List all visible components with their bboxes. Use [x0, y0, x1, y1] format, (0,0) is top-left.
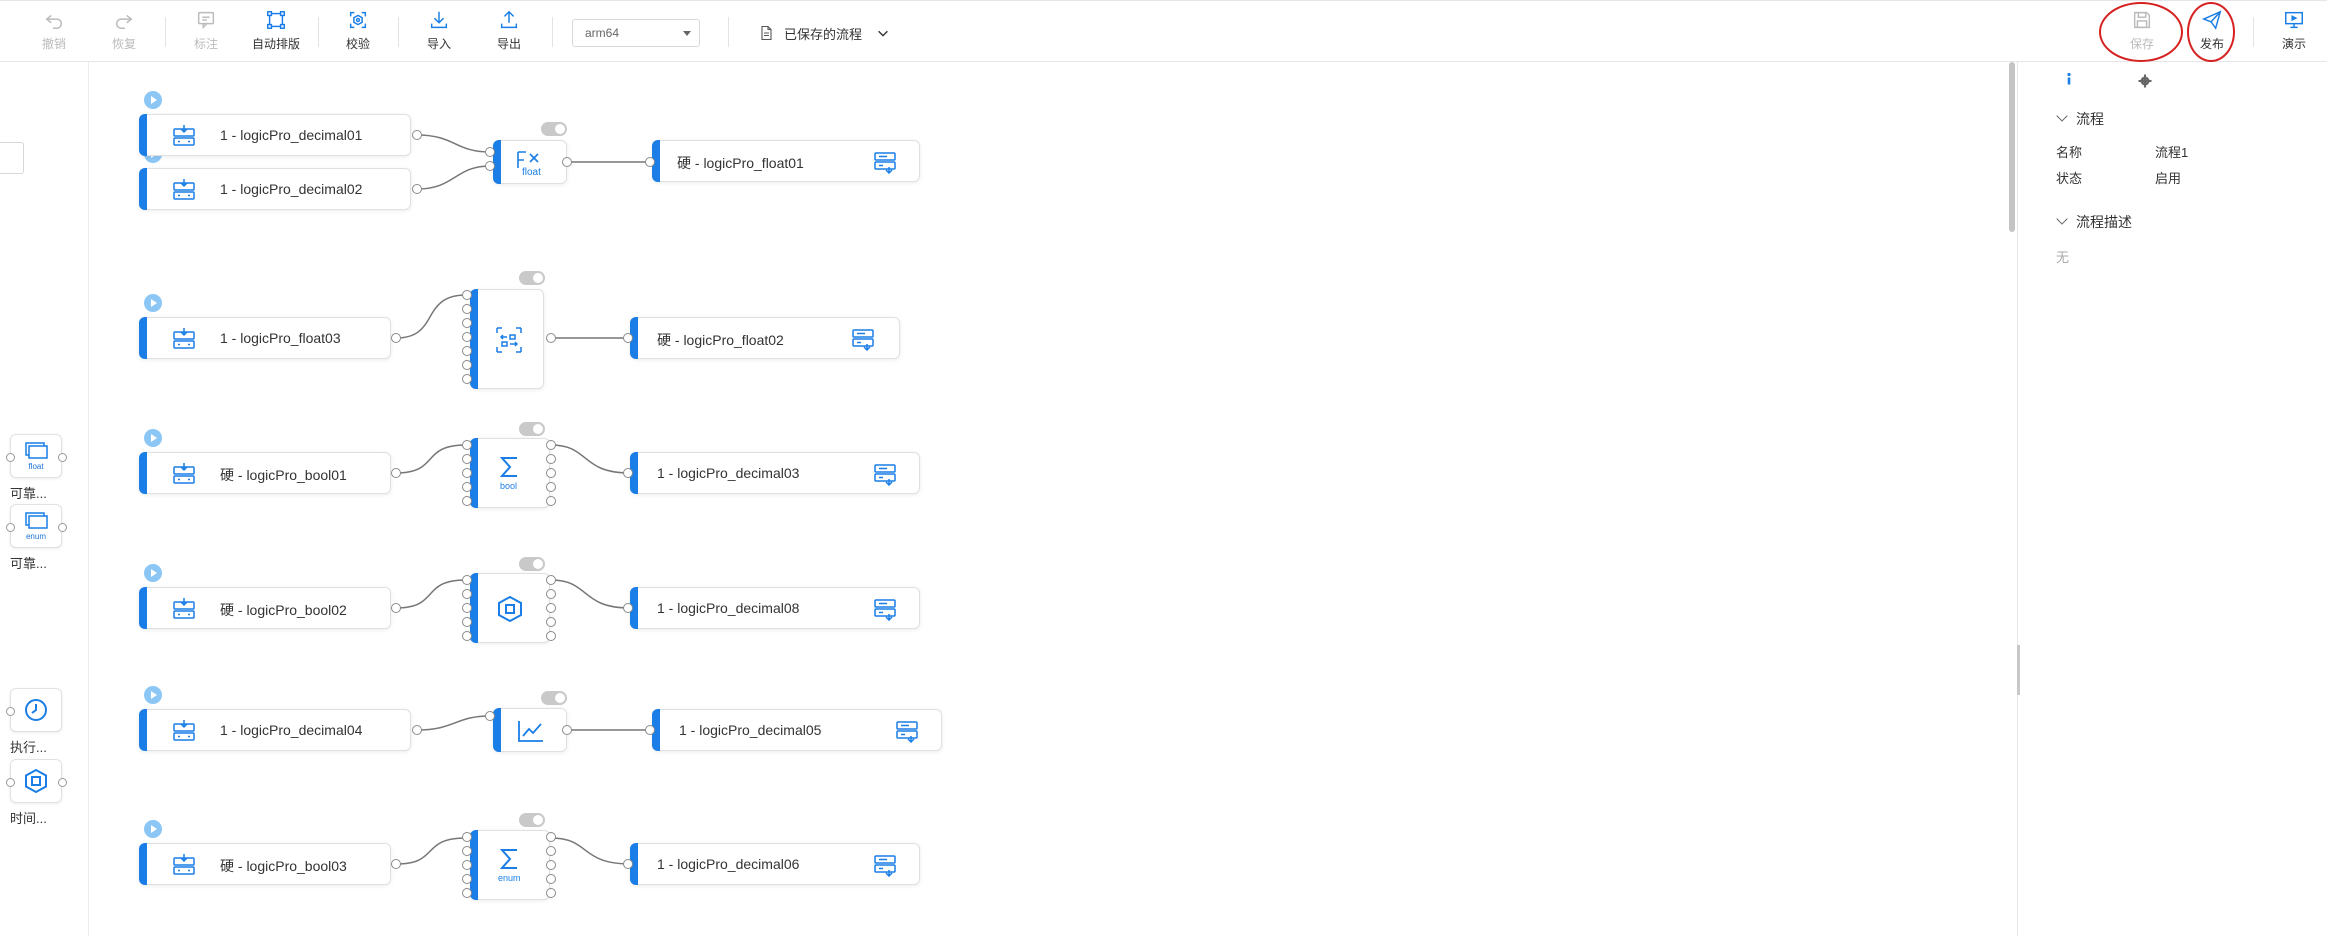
input-node[interactable]: 1 - logicPro_decimal01 [139, 114, 411, 156]
input-node[interactable]: 1 - logicPro_decimal04 [139, 709, 411, 751]
name-label: 名称 [2056, 145, 2083, 160]
run-indicator[interactable] [144, 294, 162, 312]
line-chart-icon [518, 721, 543, 742]
input-node-label: 1 - logicPro_float03 [220, 330, 341, 346]
status-value: 启用 [2155, 171, 2182, 186]
mapping-icon [496, 327, 522, 353]
sum-icon [499, 457, 517, 477]
function-node-enum[interactable]: enum [470, 830, 550, 900]
input-node-label: 1 - logicPro_decimal02 [220, 181, 363, 197]
input-node-icon [173, 179, 195, 200]
function-node-float[interactable]: float [493, 140, 567, 184]
output-node-label: 硬 - logicPro_float01 [677, 155, 804, 171]
function-badge: float [522, 167, 541, 178]
input-node[interactable]: 硬 - logicPro_bool02 [139, 587, 391, 629]
run-indicator[interactable] [144, 686, 162, 704]
output-node-label: 硬 - logicPro_float02 [657, 332, 784, 348]
status-label: 状态 [2056, 171, 2083, 186]
description-value: 无 [2056, 250, 2070, 265]
function-node-bool[interactable]: bool [470, 438, 550, 508]
function-badge: enum [498, 873, 521, 883]
input-node-label: 硬 - logicPro_bool03 [220, 858, 347, 874]
output-node[interactable]: 1 - logicPro_decimal03 [630, 452, 920, 494]
canvas-scrollbar[interactable] [2009, 62, 2015, 232]
input-node-icon [173, 854, 195, 875]
output-node-label: 1 - logicPro_decimal03 [657, 465, 800, 481]
output-node-label: 1 - logicPro_decimal06 [657, 856, 800, 872]
input-node-label: 硬 - logicPro_bool02 [220, 602, 347, 618]
input-node-label: 1 - logicPro_decimal01 [220, 127, 363, 143]
output-node[interactable]: 硬 - logicPro_float01 [652, 140, 920, 182]
annotation-circle-save [2099, 2, 2183, 62]
output-node[interactable]: 1 - logicPro_decimal06 [630, 843, 920, 885]
demo-label: 演示 [2281, 37, 2306, 51]
output-node[interactable]: 硬 - logicPro_float02 [630, 317, 900, 359]
enable-toggle[interactable] [519, 813, 545, 827]
panel-resize-handle[interactable] [2017, 645, 2020, 695]
gear-icon[interactable] [2138, 74, 2152, 88]
enable-toggle[interactable] [519, 271, 545, 285]
run-indicator[interactable] [144, 91, 162, 109]
run-indicator[interactable] [144, 564, 162, 582]
run-indicator[interactable] [144, 820, 162, 838]
output-node[interactable]: 1 - logicPro_decimal05 [652, 709, 942, 751]
output-node-icon [874, 464, 896, 486]
properties-panel: 流程 名称 流程1 状态 启用 流程描述 无 [2017, 62, 2327, 936]
enable-toggle[interactable] [541, 691, 567, 705]
function-badge: bool [500, 481, 518, 491]
input-node[interactable]: 1 - logicPro_float03 [139, 317, 391, 359]
run-indicator[interactable] [144, 429, 162, 447]
enable-toggle[interactable] [519, 422, 545, 436]
input-node-label: 硬 - logicPro_bool01 [220, 467, 347, 483]
chevron-down-icon[interactable] [2056, 110, 2068, 122]
input-node-icon [173, 463, 195, 484]
output-node-label: 1 - logicPro_decimal08 [657, 600, 800, 616]
section-flow-title[interactable]: 流程 [2076, 109, 2104, 129]
demo-button[interactable]: 演示 [2264, 9, 2324, 57]
annotation-circle-publish [2187, 2, 2235, 62]
input-node-icon [173, 125, 195, 146]
output-node-icon [852, 329, 874, 351]
output-node-icon [874, 855, 896, 877]
section-desc-title[interactable]: 流程描述 [2076, 212, 2132, 232]
input-node-icon [173, 328, 195, 349]
output-node-label: 1 - logicPro_decimal05 [679, 722, 822, 738]
input-node[interactable]: 硬 - logicPro_bool03 [139, 843, 391, 885]
input-node-icon [173, 720, 195, 741]
function-node-hexagon[interactable] [470, 573, 550, 643]
output-node-icon [874, 152, 896, 174]
input-node-icon [173, 598, 195, 619]
name-value: 流程1 [2155, 145, 2189, 160]
sum-icon [499, 849, 517, 869]
input-node-label: 1 - logicPro_decimal04 [220, 722, 363, 738]
hexagon-icon [498, 595, 522, 623]
presentation-icon [2285, 11, 2303, 29]
enable-toggle[interactable] [519, 557, 545, 571]
chevron-down-icon[interactable] [2056, 213, 2068, 225]
input-node[interactable]: 1 - logicPro_decimal02 [139, 168, 411, 210]
output-node-icon [896, 721, 918, 743]
function-node-trend[interactable] [493, 708, 567, 752]
info-icon[interactable] [2063, 72, 2075, 86]
function-node-mapping[interactable] [470, 289, 544, 389]
enable-toggle[interactable] [541, 122, 567, 136]
output-node[interactable]: 1 - logicPro_decimal08 [630, 587, 920, 629]
input-node[interactable]: 硬 - logicPro_bool01 [139, 452, 391, 494]
output-node-icon [874, 599, 896, 621]
